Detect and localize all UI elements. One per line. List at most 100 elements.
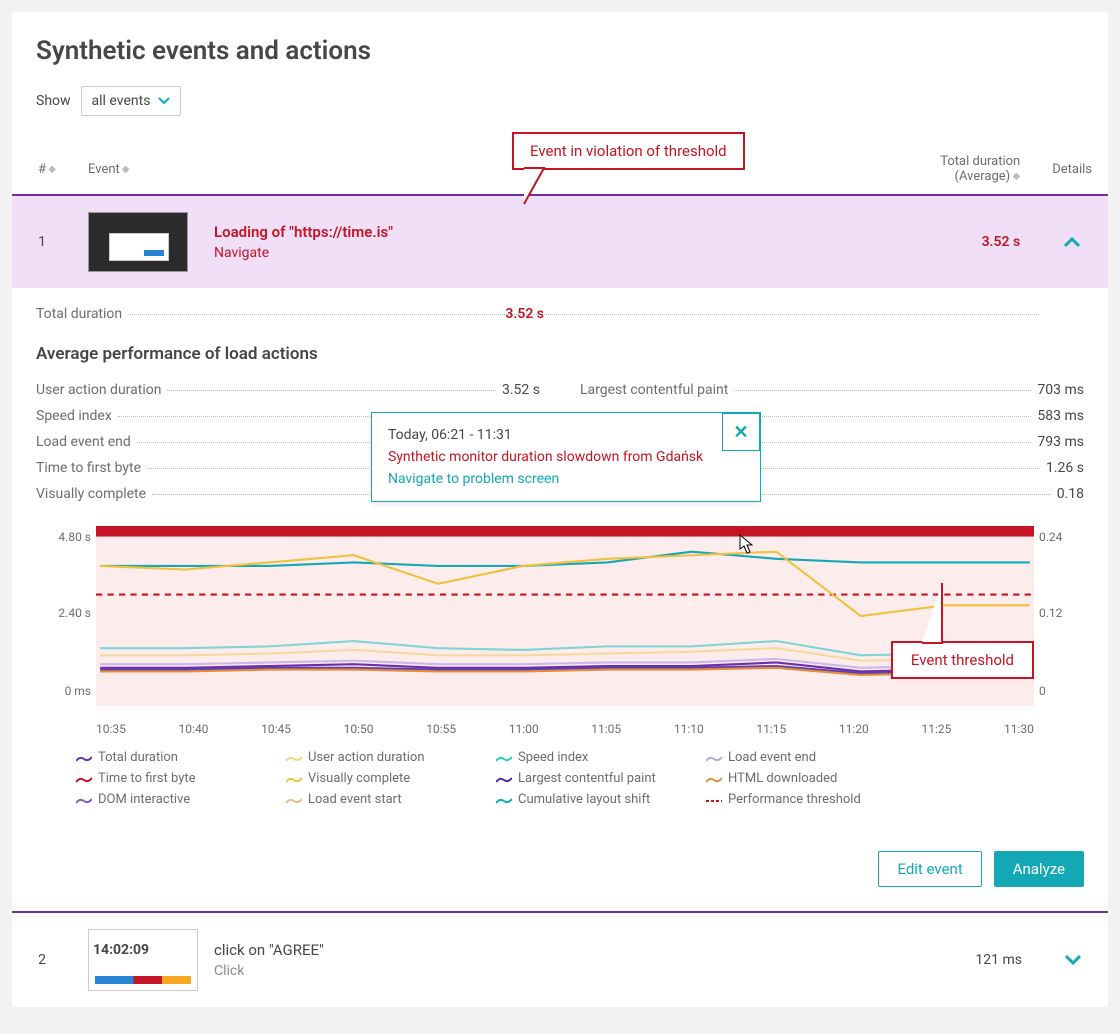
filter-value: all events: [92, 93, 151, 109]
popover-link[interactable]: Navigate to problem screen: [388, 471, 744, 487]
event-subtitle: Click: [214, 963, 324, 979]
legend-item[interactable]: Visually complete: [286, 771, 456, 786]
legend-label: Time to first byte: [98, 771, 196, 786]
x-tick: 11:25: [921, 722, 951, 736]
thumbnail: 14:02:09: [88, 929, 198, 991]
legend-swatch-icon: [496, 753, 512, 763]
legend-label: Speed index: [518, 750, 588, 765]
legend-label: Cumulative layout shift: [518, 792, 650, 807]
legend-swatch-icon: [496, 774, 512, 784]
legend-item[interactable]: Load event start: [286, 792, 456, 807]
legend-label: DOM interactive: [98, 792, 190, 807]
metric-value: 0.18: [1057, 486, 1084, 502]
legend-label: Visually complete: [308, 771, 410, 786]
y-left-tick: 4.80 s: [36, 530, 91, 544]
filter-label: Show: [36, 93, 71, 109]
col-event[interactable]: Event◆: [72, 144, 896, 195]
event-subtitle: Navigate: [214, 245, 393, 261]
filter-dropdown[interactable]: all events: [81, 86, 182, 116]
x-tick: 11:00: [509, 722, 539, 736]
legend-item[interactable]: Largest contentful paint: [496, 771, 666, 786]
row-num: 1: [12, 195, 72, 288]
col-details: Details: [1036, 144, 1108, 195]
performance-chart[interactable]: 4.80 s 2.40 s 0 ms 0.24 0.12 0 10:35 10:4…: [36, 526, 1084, 736]
event-title: click on "AGREE": [214, 941, 324, 959]
legend-item[interactable]: Speed index: [496, 750, 666, 765]
metric-value: 703 ms: [1037, 382, 1084, 398]
legend-item[interactable]: Load event end: [706, 750, 876, 765]
event-duration: 3.52 s: [982, 234, 1021, 250]
legend-item[interactable]: DOM interactive: [76, 792, 246, 807]
legend-item[interactable]: Total duration: [76, 750, 246, 765]
metric-label: Load event end: [36, 434, 131, 450]
perf-heading: Average performance of load actions: [36, 344, 1084, 364]
legend-item[interactable]: Time to first byte: [76, 771, 246, 786]
collapse-icon[interactable]: [1063, 232, 1081, 253]
legend-swatch-icon: [76, 795, 92, 805]
event-row-1[interactable]: 1 Loading of "https://time.is" Navigate …: [12, 195, 1108, 288]
row-num: 2: [12, 912, 72, 1007]
event-row-2[interactable]: 2 14:02:09 click on "AGREE" Click 121 ms: [12, 912, 1108, 1007]
metric-label: Largest contentful paint: [580, 382, 728, 398]
metric-value: 793 ms: [1037, 434, 1084, 450]
x-tick: 10:55: [426, 722, 456, 736]
legend-label: Load event end: [728, 750, 816, 765]
thumbnail: [88, 212, 198, 272]
col-num[interactable]: #◆: [12, 144, 72, 195]
legend-item[interactable]: User action duration: [286, 750, 456, 765]
metric-label: Time to first byte: [36, 460, 141, 476]
legend-label: Largest contentful paint: [518, 771, 656, 786]
page-title: Synthetic events and actions: [36, 36, 1084, 66]
legend-swatch-icon: [706, 795, 722, 805]
callout-threshold: Event threshold: [891, 641, 1034, 679]
legend-swatch-icon: [76, 774, 92, 784]
legend-item[interactable]: Performance threshold: [706, 792, 876, 807]
x-tick: 11:15: [756, 722, 786, 736]
x-tick: 10:50: [344, 722, 374, 736]
legend-swatch-icon: [286, 774, 302, 784]
close-icon[interactable]: ✕: [722, 413, 760, 451]
legend-swatch-icon: [76, 753, 92, 763]
y-right-tick: 0.24: [1039, 530, 1084, 544]
total-duration-value: 3.52 s: [505, 306, 544, 322]
popover-msg: Synthetic monitor duration slowdown from…: [388, 449, 744, 465]
y-right-tick: 0.12: [1039, 606, 1084, 620]
legend-swatch-icon: [286, 795, 302, 805]
legend-swatch-icon: [496, 795, 512, 805]
x-tick: 11:20: [839, 722, 869, 736]
legend-label: User action duration: [308, 750, 425, 765]
chevron-down-icon: [158, 95, 170, 107]
event-title: Loading of "https://time.is": [214, 223, 393, 241]
legend-label: Total duration: [98, 750, 178, 765]
legend-item[interactable]: Cumulative layout shift: [496, 792, 666, 807]
metric-label: Speed index: [36, 408, 112, 424]
x-tick: 10:40: [179, 722, 209, 736]
metric-label: Visually complete: [36, 486, 146, 502]
y-right-tick: 0: [1039, 684, 1084, 698]
problem-popover: ✕ Today, 06:21 - 11:31 Synthetic monitor…: [371, 412, 761, 502]
total-duration-label: Total duration: [36, 306, 122, 322]
analyze-button[interactable]: Analyze: [994, 851, 1084, 887]
y-left-tick: 2.40 s: [36, 606, 91, 620]
legend-swatch-icon: [286, 753, 302, 763]
legend-item[interactable]: HTML downloaded: [706, 771, 876, 786]
edit-event-button[interactable]: Edit event: [878, 851, 981, 887]
legend-swatch-icon: [706, 774, 722, 784]
col-duration[interactable]: Total duration (Average)◆: [896, 144, 1036, 195]
legend-label: HTML downloaded: [728, 771, 837, 786]
x-tick: 11:30: [1004, 722, 1034, 736]
legend-swatch-icon: [706, 753, 722, 763]
x-tick: 10:35: [96, 722, 126, 736]
x-tick: 11:05: [591, 722, 621, 736]
x-tick: 10:45: [261, 722, 291, 736]
event-duration: 121 ms: [975, 952, 1022, 968]
legend-label: Performance threshold: [728, 792, 861, 807]
metric-value: 583 ms: [1037, 408, 1084, 424]
popover-time: Today, 06:21 - 11:31: [388, 427, 744, 443]
x-tick: 11:10: [674, 722, 704, 736]
metric-label: User action duration: [36, 382, 161, 398]
expand-icon[interactable]: [1064, 950, 1082, 971]
y-left-tick: 0 ms: [36, 684, 91, 698]
metric-value: 3.52 s: [502, 382, 540, 398]
legend-label: Load event start: [308, 792, 402, 807]
